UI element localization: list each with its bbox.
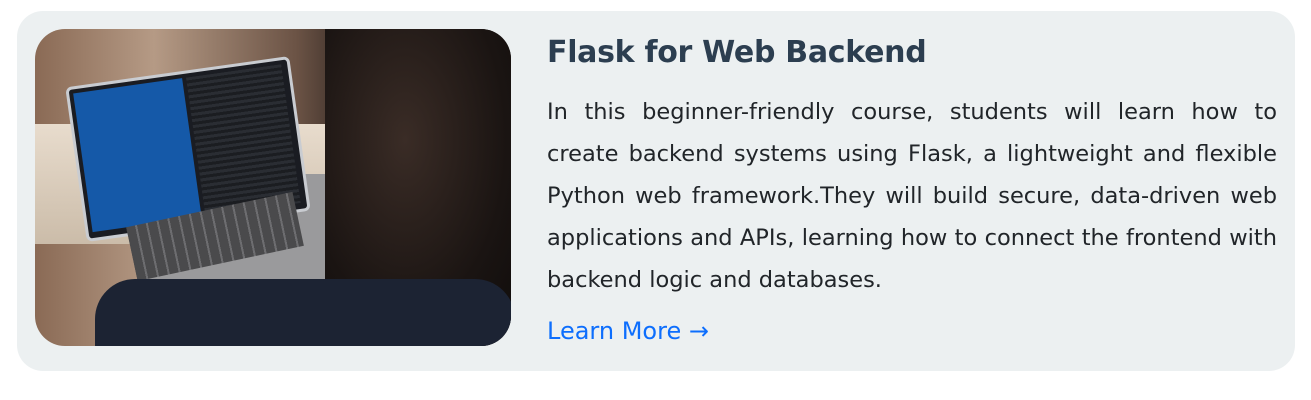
course-title: Flask for Web Backend: [547, 35, 927, 70]
learn-more-link[interactable]: Learn More →: [547, 317, 709, 345]
course-image: [35, 29, 511, 346]
course-card: Flask for Web Backend In this beginner-f…: [17, 11, 1295, 371]
course-description: In this beginner-friendly course, studen…: [547, 99, 1277, 293]
